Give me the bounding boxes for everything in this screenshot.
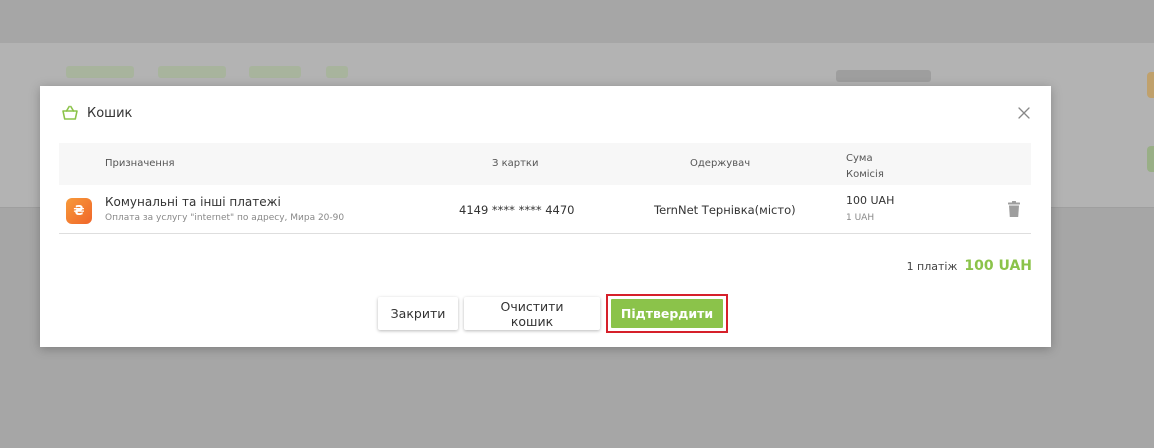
service-description: Оплата за услугу "internet" по адресу, М…: [105, 213, 345, 223]
recipient-name: TernNet Тернівка(місто): [654, 203, 796, 217]
background-edge-button: [1147, 72, 1154, 98]
cart-total: 1 платіж 100 UAH: [907, 258, 1032, 274]
close-button[interactable]: Закрити: [378, 297, 458, 330]
payment-fee: 1 UAH: [846, 213, 875, 223]
header-fee-label: Комісія: [846, 169, 884, 180]
modal-header: Кошик: [61, 104, 132, 122]
confirm-highlight: Підтвердити: [606, 294, 728, 333]
background-tab: [66, 66, 134, 78]
background-tab: [158, 66, 226, 78]
service-name: Комунальні та інші платежі: [105, 195, 281, 209]
confirm-button[interactable]: Підтвердити: [611, 299, 723, 328]
close-icon[interactable]: [1017, 106, 1031, 120]
payment-count: 1 платіж: [906, 260, 958, 273]
header-recipient: Одержувач: [690, 158, 751, 169]
modal-actions: Закрити Очистити кошик Підтвердити: [378, 294, 728, 333]
trash-icon[interactable]: [1008, 201, 1020, 217]
background-edge-button: [1147, 146, 1154, 172]
card-number: 4149 **** **** 4470: [459, 203, 575, 217]
modal-title: Кошик: [87, 105, 133, 121]
background-tab: [326, 66, 348, 78]
payment-amount: 100 UAH: [846, 194, 895, 207]
header-amount: Сума Комісія: [846, 151, 884, 183]
basket-icon: [61, 104, 79, 122]
header-purpose: Призначення: [105, 158, 175, 169]
background-search: [836, 70, 931, 82]
cart-modal: Кошик Призначення З картки Одержувач Сум…: [40, 86, 1051, 347]
table-header: Призначення З картки Одержувач Сума Комі…: [59, 143, 1031, 185]
header-amount-label: Сума: [846, 153, 873, 164]
header-card: З картки: [492, 158, 539, 169]
utility-payment-icon: ₴: [66, 198, 92, 224]
clear-cart-button[interactable]: Очистити кошик: [464, 297, 600, 330]
cart-table: Призначення З картки Одержувач Сума Комі…: [59, 143, 1031, 234]
total-sum: 100 UAH: [964, 258, 1032, 274]
table-row: ₴ Комунальні та інші платежі Оплата за у…: [59, 185, 1031, 234]
background-tab: [249, 66, 301, 78]
